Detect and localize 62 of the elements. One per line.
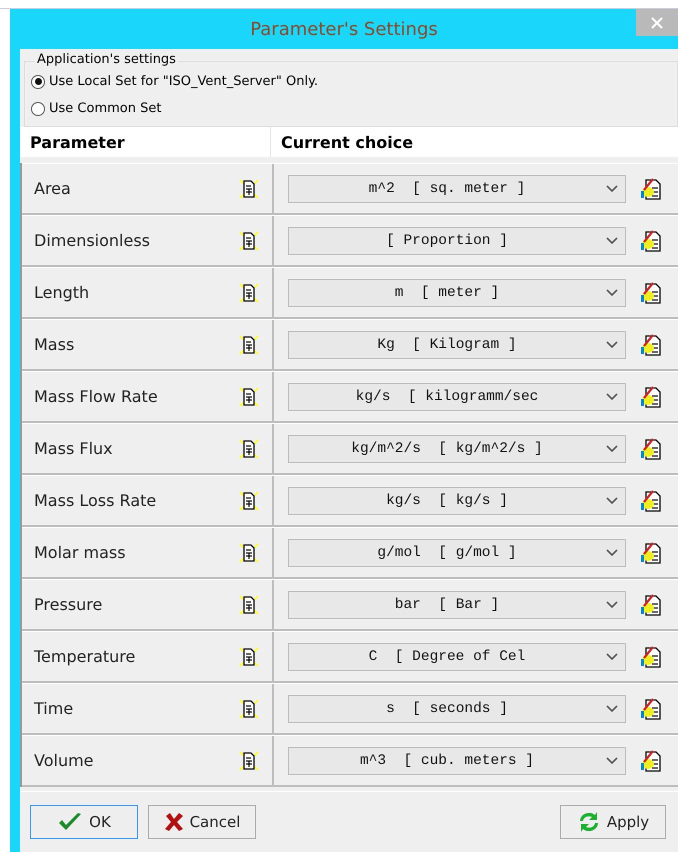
unit-dropdown[interactable]: m^2 [ sq. meter ] bbox=[288, 174, 626, 202]
column-header: Parameter bbox=[20, 127, 271, 157]
group-label: Application's settings bbox=[35, 52, 178, 67]
chevron-down-icon bbox=[605, 704, 619, 714]
document-icon[interactable] bbox=[238, 386, 260, 408]
parameter-name: Pressure bbox=[34, 595, 102, 614]
chevron-down-icon bbox=[605, 392, 619, 402]
document-icon[interactable] bbox=[238, 750, 260, 772]
unit-dropdown[interactable]: bar [ Bar ] bbox=[288, 590, 626, 618]
window-title: Parameter's Settings bbox=[250, 18, 438, 40]
unit-dropdown[interactable]: Kg [ Kilogram ] bbox=[288, 330, 626, 358]
unit-dropdown[interactable]: kg/s [ kg/s ] bbox=[288, 486, 626, 514]
close-icon bbox=[651, 16, 663, 28]
radio-label[interactable]: Use Common Set bbox=[49, 101, 162, 116]
parameter-name: Dimensionless bbox=[34, 231, 150, 250]
unit-dropdown[interactable]: m [ meter ] bbox=[288, 278, 626, 306]
unit-dropdown[interactable]: kg/s [ kilogramm/sec bbox=[288, 382, 626, 410]
parameter-name: Mass Flow Rate bbox=[34, 387, 158, 406]
chevron-down-icon bbox=[605, 184, 619, 194]
unit-dropdown[interactable]: m^3 [ cub. meters ] bbox=[288, 746, 626, 774]
document-icon[interactable] bbox=[238, 542, 260, 564]
chevron-down-icon bbox=[605, 600, 619, 610]
parameter-name: Mass Flux bbox=[34, 439, 113, 458]
ok-button[interactable]: OK bbox=[30, 805, 138, 839]
radio-button[interactable] bbox=[31, 102, 45, 116]
chevron-down-icon bbox=[605, 496, 619, 506]
parameter-name: Molar mass bbox=[34, 543, 126, 562]
document-icon[interactable] bbox=[238, 698, 260, 720]
cancel-button[interactable]: Cancel bbox=[148, 805, 256, 839]
chevron-down-icon bbox=[605, 444, 619, 454]
parameter-name: Temperature bbox=[34, 647, 136, 666]
parameter-name: Mass bbox=[34, 335, 74, 354]
document-icon[interactable] bbox=[238, 178, 260, 200]
parameter-name: Volume bbox=[34, 751, 94, 770]
chevron-down-icon bbox=[605, 236, 619, 246]
document-icon[interactable] bbox=[238, 438, 260, 460]
radio-button[interactable] bbox=[31, 74, 45, 88]
document-icon[interactable] bbox=[238, 594, 260, 616]
chevron-down-icon bbox=[605, 340, 619, 350]
chevron-down-icon bbox=[605, 548, 619, 558]
check-icon bbox=[57, 812, 84, 832]
cross-icon bbox=[164, 812, 184, 832]
document-icon[interactable] bbox=[238, 646, 260, 668]
chevron-down-icon bbox=[605, 756, 619, 766]
apply-button[interactable]: Apply bbox=[560, 805, 666, 839]
column-header: Current choice bbox=[280, 132, 414, 154]
unit-dropdown[interactable]: s [ seconds ] bbox=[288, 694, 626, 722]
document-icon[interactable] bbox=[238, 334, 260, 356]
parameter-name: Mass Loss Rate bbox=[34, 491, 156, 510]
parameter-name: Length bbox=[34, 283, 90, 302]
unit-dropdown[interactable]: [ Proportion ] bbox=[288, 226, 626, 254]
unit-dropdown[interactable]: kg/m^2/s [ kg/m^2/s ] bbox=[288, 434, 626, 462]
document-icon[interactable] bbox=[238, 490, 260, 512]
chevron-down-icon bbox=[605, 652, 619, 662]
radio-label[interactable]: Use Local Set for "ISO_Vent_Server" Only. bbox=[49, 74, 318, 89]
unit-dropdown[interactable]: g/mol [ g/mol ] bbox=[288, 538, 626, 566]
parameter-name: Time bbox=[34, 699, 74, 718]
document-icon[interactable] bbox=[238, 230, 260, 252]
chevron-down-icon bbox=[605, 288, 619, 298]
unit-dropdown[interactable]: C [ Degree of Cel bbox=[288, 642, 626, 670]
parameter-name: Area bbox=[34, 179, 71, 198]
document-icon[interactable] bbox=[238, 282, 260, 304]
